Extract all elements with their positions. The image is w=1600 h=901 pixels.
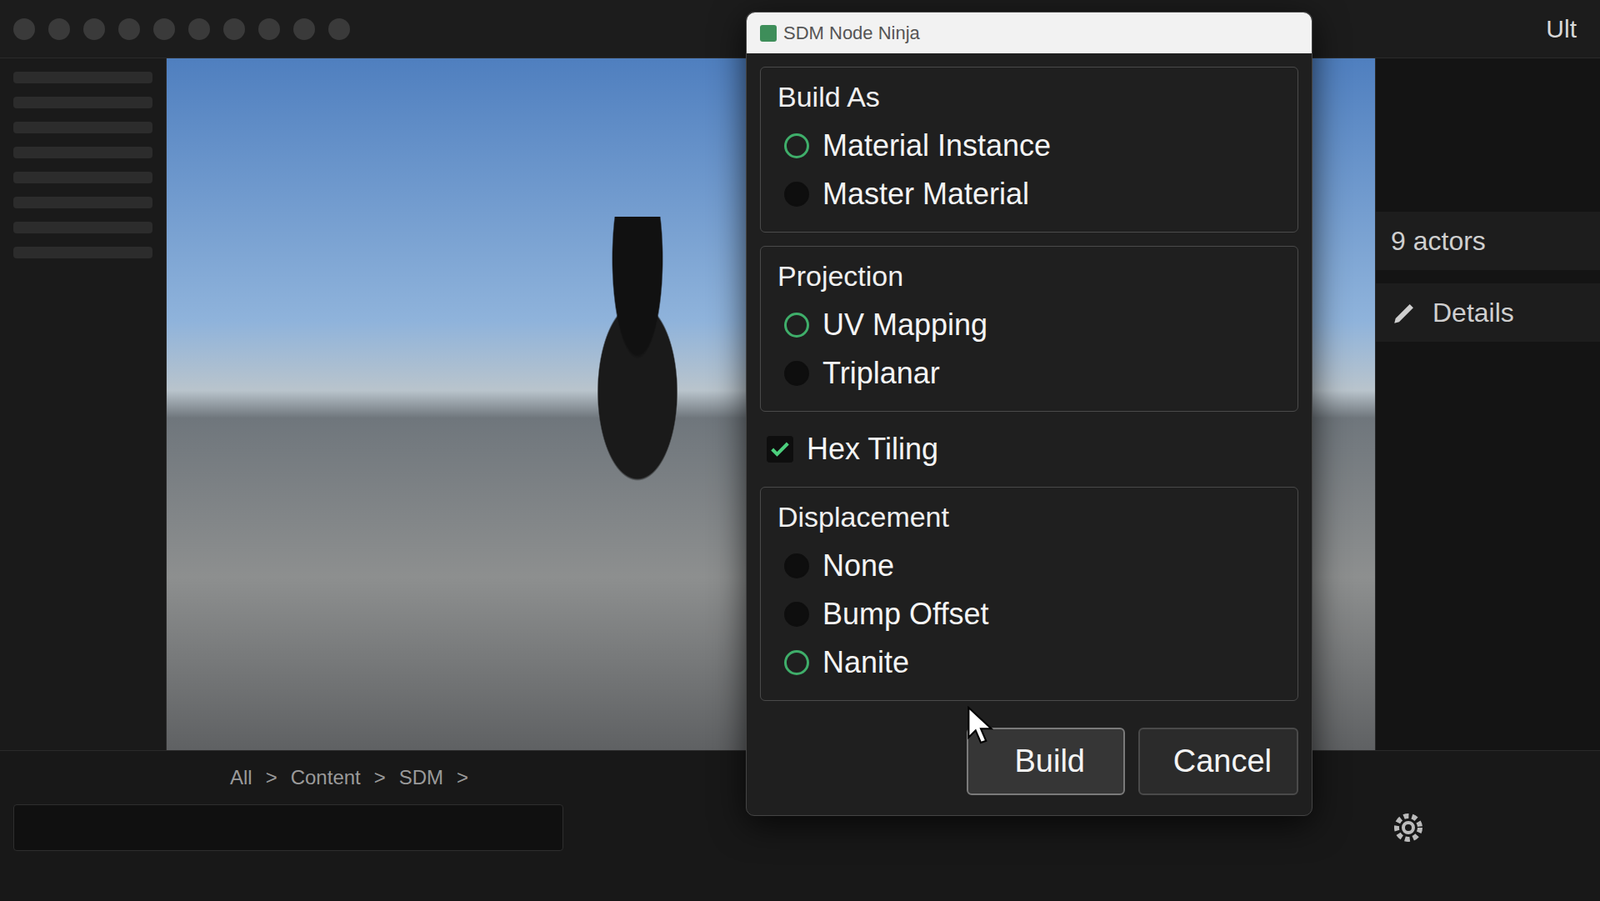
dialog-title: SDM Node Ninja	[783, 19, 920, 47]
breadcrumb-item[interactable]: All	[230, 762, 253, 793]
radio-option[interactable]: UV Mapping	[777, 300, 1281, 350]
character-figure	[558, 216, 717, 567]
radio-button[interactable]	[784, 601, 810, 627]
radio-button[interactable]	[784, 360, 810, 386]
radio-button[interactable]	[784, 181, 810, 207]
radio-label[interactable]: None	[822, 543, 895, 589]
node-ninja-dialog: SDM Node Ninja Build AsMaterial InstanceM…	[745, 11, 1313, 816]
radio-option[interactable]: Bump Offset	[777, 590, 1281, 639]
radio-label[interactable]: Master Material	[822, 171, 1030, 217]
group-label: Displacement	[777, 495, 1281, 539]
radio-option[interactable]: Nanite	[777, 638, 1281, 687]
checkbox[interactable]	[766, 435, 794, 463]
pencil-icon	[1390, 298, 1420, 327]
breadcrumb-separator: >	[456, 762, 469, 793]
tool-icon[interactable]	[258, 18, 280, 40]
panel-line	[13, 71, 153, 84]
path-dropdown[interactable]	[13, 804, 564, 851]
radio-label[interactable]: Material Instance	[822, 123, 1051, 169]
tool-icon[interactable]	[188, 18, 210, 40]
tool-icon[interactable]	[153, 18, 175, 40]
panel-line	[13, 221, 153, 234]
radio-button[interactable]	[784, 650, 810, 675]
button-row: BuildCancel	[760, 714, 1299, 802]
radio-label[interactable]: Bump Offset	[822, 591, 989, 637]
checkbox-row[interactable]: Hex Tiling	[760, 425, 1299, 474]
tool-icon[interactable]	[223, 18, 245, 40]
details-label[interactable]: Details	[1432, 292, 1515, 333]
left-panel	[0, 58, 167, 750]
cursor-icon	[966, 705, 995, 745]
tool-icon[interactable]	[83, 18, 105, 40]
radio-label[interactable]: Nanite	[822, 640, 910, 685]
details-tab[interactable]: Details	[1375, 283, 1600, 342]
panel-line	[13, 196, 153, 209]
tool-icon[interactable]	[118, 18, 140, 40]
panel-line	[13, 121, 153, 134]
option-group: Build AsMaterial InstanceMaster Material	[760, 66, 1299, 233]
breadcrumb-separator: >	[265, 762, 278, 793]
outliner-count: 9 actors	[1375, 211, 1600, 270]
dialog-titlebar[interactable]: SDM Node Ninja	[746, 12, 1312, 54]
tool-icon[interactable]	[293, 18, 315, 40]
right-panel: 9 actors Details	[1375, 58, 1600, 750]
breadcrumb-item[interactable]: SDM	[399, 762, 444, 793]
tool-icon[interactable]	[328, 18, 350, 40]
app-icon	[760, 25, 777, 42]
panel-line	[13, 246, 153, 259]
tool-icon[interactable]	[13, 18, 35, 40]
option-group: DisplacementNoneBump OffsetNanite	[760, 486, 1299, 701]
check-icon	[768, 437, 792, 461]
checkbox-label[interactable]: Hex Tiling	[806, 426, 939, 472]
actor-count: 9 actors	[1390, 220, 1486, 261]
radio-button[interactable]	[784, 133, 810, 159]
toolbar-label[interactable]: Ult	[1545, 10, 1587, 48]
radio-option[interactable]: None	[777, 541, 1281, 590]
radio-button[interactable]	[784, 312, 810, 338]
radio-option[interactable]: Material Instance	[777, 121, 1281, 170]
dialog-button[interactable]: Build	[966, 727, 1125, 795]
group-label: Build As	[777, 75, 1281, 119]
breadcrumb-item[interactable]: Content	[290, 762, 361, 793]
panel-line	[13, 146, 153, 159]
radio-label[interactable]: Triplanar	[822, 350, 940, 396]
panel-line	[13, 171, 153, 184]
group-label: Projection	[777, 255, 1281, 298]
breadcrumb-separator: >	[374, 762, 386, 793]
panel-line	[13, 96, 153, 109]
gear-icon[interactable]	[1388, 807, 1429, 848]
radio-option[interactable]: Triplanar	[777, 349, 1281, 398]
dialog-button[interactable]: Cancel	[1138, 727, 1299, 795]
radio-label[interactable]: UV Mapping	[822, 302, 988, 348]
dialog-body: Build AsMaterial InstanceMaster Material…	[746, 53, 1312, 815]
radio-button[interactable]	[784, 553, 810, 579]
option-group: ProjectionUV MappingTriplanar	[760, 245, 1299, 412]
radio-option[interactable]: Master Material	[777, 170, 1281, 219]
tool-icon[interactable]	[48, 18, 70, 40]
